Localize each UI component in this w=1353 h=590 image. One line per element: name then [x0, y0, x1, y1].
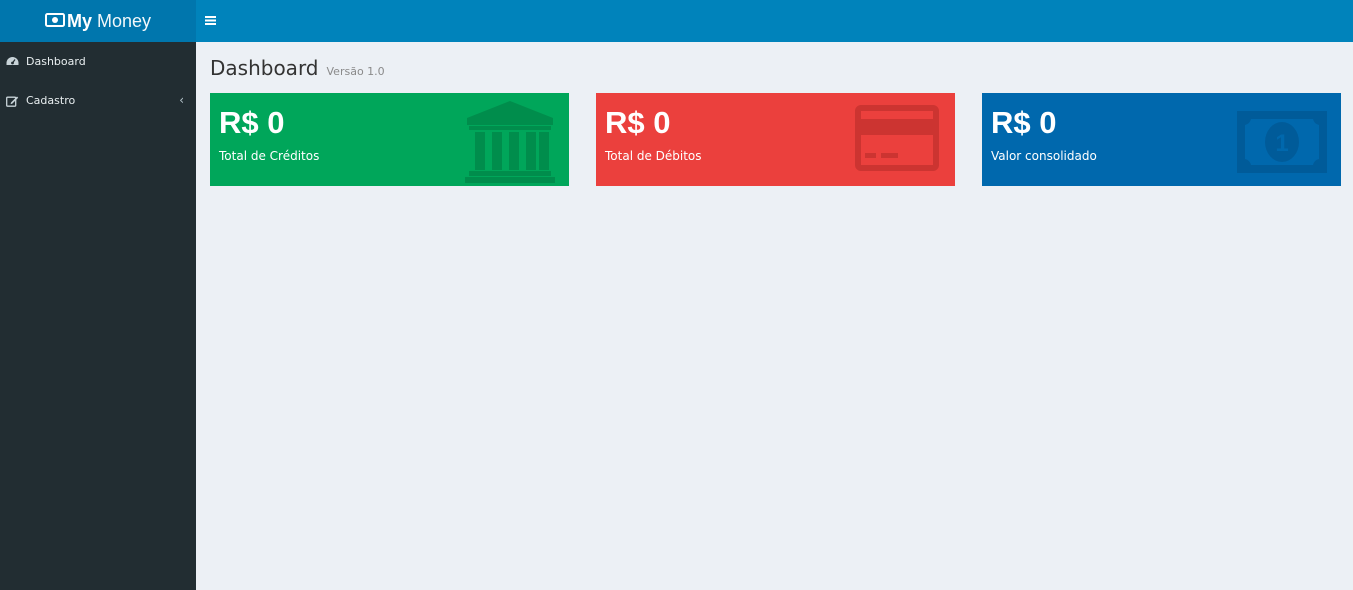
debits-summary-box: R$ 0 Total de Débitos [596, 93, 955, 186]
credit-card-icon [853, 101, 941, 177]
bank-icon [465, 101, 555, 186]
money-icon: 1 [1237, 101, 1327, 177]
chevron-left-icon: ‹ [179, 93, 184, 107]
page-header: Dashboard Versão 1.0 [210, 56, 385, 80]
debits-value: R$ 0 [605, 105, 671, 140]
sidebar-item-label: Cadastro [26, 94, 76, 107]
credits-summary-box: R$ 0 Total de Créditos [210, 93, 569, 186]
edit-icon [5, 95, 19, 107]
logo-text-bold: My [66, 10, 92, 31]
consolidated-summary-box: R$ 0 Valor consolidado 1 [982, 93, 1341, 186]
sidebar-item-cadastro[interactable]: Cadastro ‹ [0, 81, 196, 120]
consolidated-value: R$ 0 [991, 105, 1057, 140]
money-bill-icon [44, 11, 65, 32]
consolidated-label: Valor consolidado [991, 149, 1097, 163]
main-content: Dashboard Versão 1.0 R$ 0 Total de Crédi… [196, 42, 1353, 590]
credits-value: R$ 0 [219, 105, 285, 140]
app-logo[interactable]: My Money [0, 0, 196, 42]
sidebar-item-label: Dashboard [26, 55, 86, 68]
dashboard-icon [5, 56, 19, 67]
sidebar-item-dashboard[interactable]: Dashboard [0, 42, 196, 81]
hamburger-icon [205, 13, 216, 29]
svg-text:1: 1 [1275, 130, 1288, 157]
page-subtitle: Versão 1.0 [326, 65, 385, 78]
top-navbar [196, 0, 1353, 42]
page-title: Dashboard [210, 56, 319, 80]
logo-text-light: Money [96, 10, 152, 31]
debits-label: Total de Débitos [605, 149, 702, 163]
sidebar-toggle-button[interactable] [205, 11, 225, 31]
sidebar: Dashboard Cadastro ‹ [0, 42, 196, 590]
credits-label: Total de Créditos [219, 149, 320, 163]
